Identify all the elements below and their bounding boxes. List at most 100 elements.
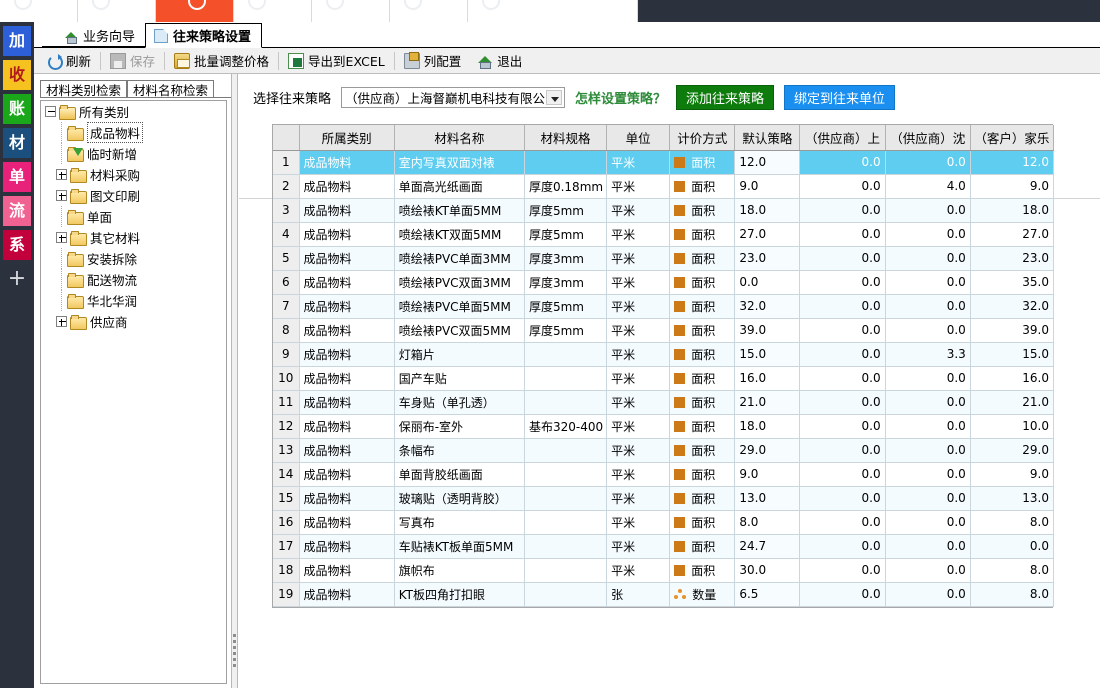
cell-default-policy[interactable]: 9.0 — [734, 462, 801, 487]
cell-material-spec[interactable] — [524, 510, 608, 535]
panel-splitter[interactable] — [232, 74, 238, 688]
cell-unit[interactable]: 平米 — [606, 414, 671, 439]
tree-node-material-purchase[interactable]: 材料采购 — [41, 164, 226, 185]
rail-add-button[interactable]: + — [3, 264, 31, 294]
cell-material-spec[interactable]: 厚度5mm — [524, 294, 608, 319]
top-strip-cell[interactable] — [468, 0, 638, 22]
tree-node-huabei-huarun[interactable]: 华北华润 — [41, 290, 226, 311]
row-index-cell[interactable]: 11 — [273, 390, 300, 415]
cell-default-policy[interactable]: 9.0 — [734, 174, 801, 199]
cell-material-name[interactable]: 写真布 — [394, 510, 525, 535]
cell-material-spec[interactable] — [524, 534, 608, 559]
cell-price-mode[interactable]: 面积 — [669, 510, 736, 535]
cell-customer-1-price[interactable]: 13.0 — [970, 486, 1055, 511]
cell-supplier-2-price[interactable]: 0.0 — [885, 150, 971, 175]
cell-default-policy[interactable]: 32.0 — [734, 294, 801, 319]
cell-customer-1-price[interactable]: 21.0 — [970, 390, 1055, 415]
cell-material-name[interactable]: 旗帜布 — [394, 558, 525, 583]
cell-supplier-1-price[interactable]: 0.0 — [799, 414, 886, 439]
cell-price-mode[interactable]: 面积 — [669, 486, 736, 511]
cell-material-name[interactable]: KT板四角打扣眼 — [394, 582, 525, 607]
cell-material-spec[interactable] — [524, 582, 608, 607]
cell-supplier-2-price[interactable]: 0.0 — [885, 270, 971, 295]
cell-supplier-2-price[interactable]: 0.0 — [885, 534, 971, 559]
cell-material-name[interactable]: 喷绘裱KT单面5MM — [394, 198, 525, 223]
cell-customer-1-price[interactable]: 8.0 — [970, 582, 1055, 607]
table-row[interactable]: 15 成品物料 玻璃贴（透明背胶） 平米 面积 13.0 0.0 0.0 13.0 — [273, 486, 1055, 511]
cell-customer-1-price[interactable]: 23.0 — [970, 246, 1055, 271]
cell-unit[interactable]: 平米 — [606, 150, 671, 175]
row-index-cell[interactable]: 12 — [273, 414, 300, 439]
cell-unit[interactable]: 平米 — [606, 246, 671, 271]
table-row[interactable]: 3 成品物料 喷绘裱KT单面5MM 厚度5mm 平米 面积 18.0 0.0 0.0 18.0 — [273, 198, 1055, 223]
cell-material-spec[interactable] — [524, 558, 608, 583]
cell-supplier-1-price[interactable]: 0.0 — [799, 246, 886, 271]
column-header-default[interactable]: 默认策略 — [734, 125, 801, 151]
row-index-cell[interactable]: 2 — [273, 174, 300, 199]
cell-supplier-1-price[interactable]: 0.0 — [799, 462, 886, 487]
refresh-button[interactable]: 刷新 — [38, 49, 99, 73]
cell-unit[interactable]: 平米 — [606, 366, 671, 391]
row-index-cell[interactable]: 3 — [273, 198, 300, 223]
cell-price-mode[interactable]: 面积 — [669, 390, 736, 415]
how-to-set-policy-link[interactable]: 怎样设置策略？ — [575, 88, 666, 107]
cell-customer-1-price[interactable]: 39.0 — [970, 318, 1055, 343]
cell-category[interactable]: 成品物料 — [299, 558, 395, 583]
cell-default-policy[interactable]: 15.0 — [734, 342, 801, 367]
cell-customer-1-price[interactable]: 8.0 — [970, 558, 1055, 583]
cell-price-mode[interactable]: 面积 — [669, 246, 736, 271]
column-header-price-mode[interactable]: 计价方式 — [669, 125, 736, 151]
cell-category[interactable]: 成品物料 — [299, 342, 395, 367]
cell-material-name[interactable]: 喷绘裱PVC单面5MM — [394, 294, 525, 319]
tree-node-all[interactable]: 所有类别 — [41, 101, 226, 122]
row-index-cell[interactable]: 18 — [273, 558, 300, 583]
cell-default-policy[interactable]: 16.0 — [734, 366, 801, 391]
cell-supplier-2-price[interactable]: 0.0 — [885, 294, 971, 319]
cell-supplier-2-price[interactable]: 3.3 — [885, 342, 971, 367]
cell-supplier-2-price[interactable]: 0.0 — [885, 438, 971, 463]
rail-item-4[interactable]: 单 — [3, 162, 31, 192]
table-row[interactable]: 5 成品物料 喷绘裱PVC单面3MM 厚度3mm 平米 面积 23.0 0.0 0.0 23.0 — [273, 246, 1055, 271]
cell-default-policy[interactable]: 6.5 — [734, 582, 801, 607]
cell-material-name[interactable]: 单面背胶纸画面 — [394, 462, 525, 487]
cell-default-policy[interactable]: 24.7 — [734, 534, 801, 559]
expand-toggle-icon[interactable] — [56, 316, 67, 327]
cell-supplier-2-price[interactable]: 0.0 — [885, 246, 971, 271]
cell-unit[interactable]: 平米 — [606, 318, 671, 343]
cell-price-mode[interactable]: 面积 — [669, 150, 736, 175]
cell-category[interactable]: 成品物料 — [299, 390, 395, 415]
cell-default-policy[interactable]: 8.0 — [734, 510, 801, 535]
cell-material-name[interactable]: 玻璃贴（透明背胶） — [394, 486, 525, 511]
column-config-button[interactable]: 列配置 — [396, 49, 470, 73]
row-index-cell[interactable]: 16 — [273, 510, 300, 535]
cell-category[interactable]: 成品物料 — [299, 318, 395, 343]
cell-price-mode[interactable]: 面积 — [669, 270, 736, 295]
column-header-spec[interactable]: 材料规格 — [524, 125, 608, 151]
cell-price-mode[interactable]: 面积 — [669, 462, 736, 487]
cell-material-name[interactable]: 喷绘裱PVC双面3MM — [394, 270, 525, 295]
splitter-grip[interactable] — [233, 634, 236, 668]
cell-material-name[interactable]: 灯箱片 — [394, 342, 525, 367]
table-row[interactable]: 12 成品物料 保丽布-室外 基布320-400 平米 面积 18.0 0.0 0.0 10.0 — [273, 414, 1055, 439]
material-price-grid[interactable]: 所属类别 材料名称 材料规格 单位 计价方式 默认策略 （供应商）上 （供应商）… — [272, 124, 1055, 608]
cell-material-spec[interactable]: 厚度5mm — [524, 222, 608, 247]
cell-material-spec[interactable]: 厚度0.18mm — [524, 174, 608, 199]
tree-node-graphic-printing[interactable]: 图文印刷 — [41, 185, 226, 206]
cell-supplier-1-price[interactable]: 0.0 — [799, 438, 886, 463]
cell-category[interactable]: 成品物料 — [299, 534, 395, 559]
collapse-toggle-icon[interactable] — [45, 106, 56, 117]
column-header-category[interactable]: 所属类别 — [299, 125, 395, 151]
rail-item-0[interactable]: 加 — [3, 26, 31, 56]
cell-material-name[interactable]: 单面高光纸画面 — [394, 174, 525, 199]
cell-category[interactable]: 成品物料 — [299, 198, 395, 223]
cell-supplier-2-price[interactable]: 0.0 — [885, 222, 971, 247]
expand-toggle-icon[interactable] — [56, 169, 67, 180]
cell-unit[interactable]: 张 — [606, 582, 671, 607]
cell-default-policy[interactable]: 12.0 — [734, 150, 801, 175]
row-index-cell[interactable]: 14 — [273, 462, 300, 487]
table-row[interactable]: 1 成品物料 室内写真双面对裱 平米 面积 12.0 0.0 0.0 12.0 — [273, 150, 1055, 175]
cell-material-name[interactable]: 条幅布 — [394, 438, 525, 463]
cell-default-policy[interactable]: 13.0 — [734, 486, 801, 511]
table-row[interactable]: 17 成品物料 车贴裱KT板单面5MM 平米 面积 24.7 0.0 0.0 0.0 — [273, 534, 1055, 559]
cell-material-spec[interactable] — [524, 342, 608, 367]
